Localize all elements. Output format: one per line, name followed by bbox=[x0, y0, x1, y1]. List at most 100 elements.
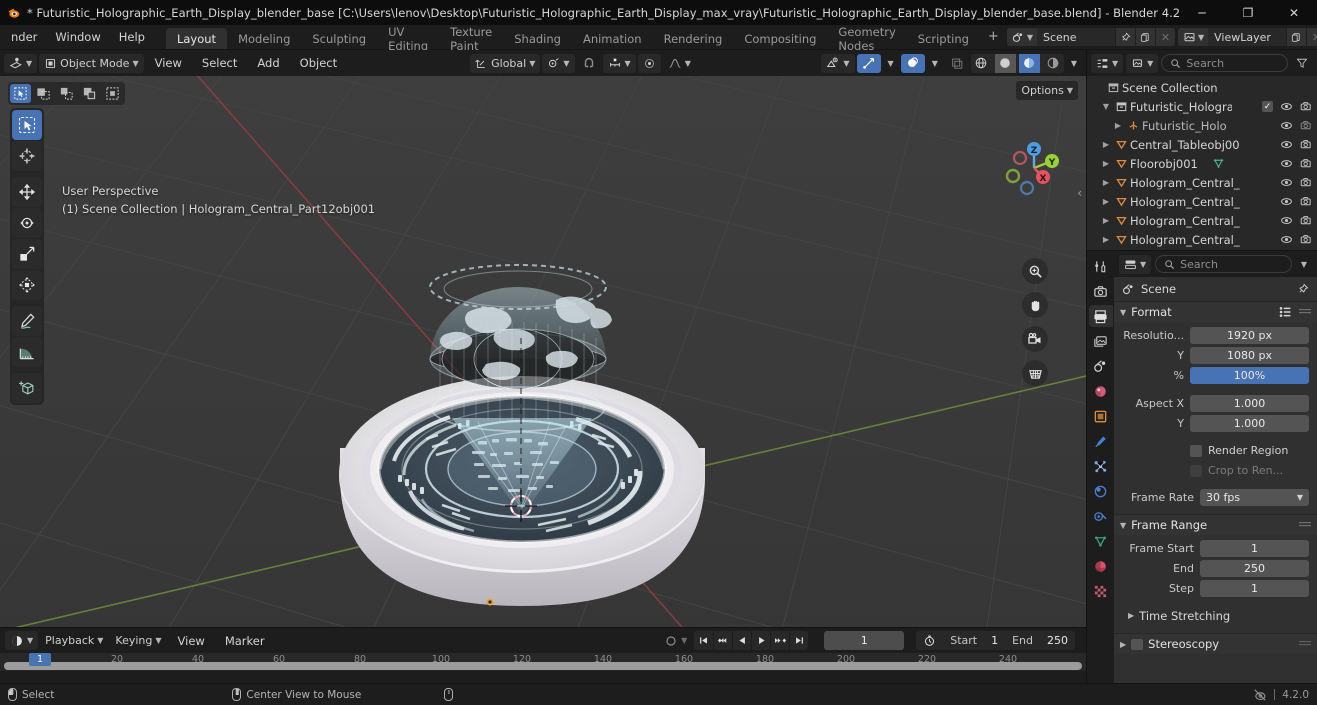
timeline-editor-type-button[interactable]: ▼ bbox=[5, 631, 39, 650]
outliner-row-collection[interactable]: ▼ Futuristic_Hologra ✓ bbox=[1087, 97, 1317, 116]
camera-icon[interactable] bbox=[1300, 195, 1313, 208]
properties-tab-constraints[interactable] bbox=[1089, 505, 1113, 527]
overlays-toggle[interactable] bbox=[900, 53, 925, 73]
gizmo-toggle[interactable] bbox=[856, 53, 881, 73]
menu-render[interactable]: nder bbox=[2, 25, 46, 50]
time-stretching-subpanel[interactable]: ▶ Time Stretching bbox=[1122, 606, 1309, 625]
frame-end-field[interactable]: 250 bbox=[1200, 560, 1309, 577]
eye-icon[interactable] bbox=[1280, 119, 1293, 132]
menu-window[interactable]: Window bbox=[46, 25, 109, 50]
select-intersect-icon[interactable] bbox=[102, 84, 123, 103]
play-reverse-button[interactable] bbox=[732, 631, 752, 650]
pan-hand-icon[interactable] bbox=[1022, 292, 1048, 318]
disclosure-right-icon[interactable]: ▶ bbox=[1099, 178, 1113, 187]
tab-sculpting[interactable]: Sculpting bbox=[301, 28, 377, 49]
tool-rotate[interactable] bbox=[12, 208, 42, 238]
eye-icon[interactable] bbox=[1280, 214, 1293, 227]
outliner-row-mesh[interactable]: ▶ Hologram_Central_ bbox=[1087, 230, 1317, 249]
aspect-x-field[interactable]: 1.000 bbox=[1190, 395, 1309, 412]
viewport-menu-select[interactable]: Select bbox=[193, 54, 246, 73]
outliner-row-mesh[interactable]: ▶ Central_Tableobj00 bbox=[1087, 135, 1317, 154]
frame-step-field[interactable]: 1 bbox=[1200, 580, 1309, 597]
disclosure-right-icon[interactable]: ▶ bbox=[1099, 159, 1113, 168]
render-region-checkbox[interactable] bbox=[1190, 444, 1202, 457]
eye-icon[interactable] bbox=[1280, 138, 1293, 151]
maximize-button[interactable]: ❐ bbox=[1225, 0, 1271, 25]
tab-scripting[interactable]: Scripting bbox=[907, 28, 980, 49]
outliner-row-mesh[interactable]: ▶ Hologram_Central_ bbox=[1087, 211, 1317, 230]
properties-tab-modifiers[interactable] bbox=[1089, 430, 1113, 452]
snap-magnet-toggle[interactable] bbox=[577, 54, 601, 73]
outliner-row-scene-collection[interactable]: Scene Collection bbox=[1087, 78, 1317, 97]
select-box-icon[interactable] bbox=[33, 84, 54, 103]
viewport-menu-object[interactable]: Object bbox=[291, 54, 346, 73]
transform-orientation-dropdown[interactable]: Global ▼ bbox=[470, 53, 541, 73]
stereoscopy-checkbox[interactable] bbox=[1131, 638, 1144, 650]
scene-name[interactable]: Scene bbox=[1037, 31, 1115, 44]
outliner-editor-type-button[interactable]: ▼ bbox=[1091, 53, 1124, 73]
tool-annotate[interactable] bbox=[12, 306, 42, 336]
outliner-tree[interactable]: Scene Collection ▼ Futuristic_Hologra ✓ bbox=[1087, 76, 1317, 250]
outliner-filter-button[interactable] bbox=[1291, 54, 1313, 73]
tool-add-cube[interactable] bbox=[12, 373, 42, 403]
camera-icon[interactable] bbox=[1300, 100, 1313, 113]
timeline-menu-marker[interactable]: Marker bbox=[216, 631, 274, 650]
viewlayer-name[interactable]: ViewLayer bbox=[1208, 31, 1286, 44]
crop-to-render-row[interactable]: Crop to Ren... bbox=[1122, 462, 1309, 479]
menu-help[interactable]: Help bbox=[110, 25, 154, 50]
resolution-x-field[interactable]: 1920 px bbox=[1190, 327, 1309, 344]
tab-rendering[interactable]: Rendering bbox=[653, 28, 734, 49]
frame-range-fields[interactable]: Start 1 End 250 bbox=[916, 631, 1075, 650]
editor-type-button[interactable]: ▼ bbox=[4, 53, 38, 73]
tab-geometry-nodes[interactable]: Geometry Nodes bbox=[827, 25, 906, 53]
camera-icon[interactable] bbox=[1300, 176, 1313, 189]
shading-solid-button[interactable] bbox=[994, 53, 1016, 73]
pin-icon[interactable] bbox=[1297, 283, 1309, 295]
outliner-row-mesh[interactable]: ▶ Hologram_Central_ bbox=[1087, 173, 1317, 192]
tool-move[interactable] bbox=[12, 177, 42, 207]
properties-tab-object-data[interactable] bbox=[1089, 530, 1113, 552]
tab-texture-paint[interactable]: Texture Paint bbox=[439, 25, 503, 53]
properties-editor-type-button[interactable]: ▼ bbox=[1119, 254, 1152, 274]
xray-toggle[interactable] bbox=[945, 54, 969, 73]
chevron-down-icon[interactable]: ▼ bbox=[1120, 308, 1126, 317]
navigation-gizmo[interactable]: Z Y X bbox=[1002, 136, 1066, 200]
chevron-right-icon[interactable]: ▶ bbox=[1128, 611, 1134, 620]
camera-icon[interactable] bbox=[1300, 119, 1313, 132]
select-extend-icon[interactable] bbox=[56, 84, 77, 103]
new-viewlayer-icon[interactable] bbox=[1286, 28, 1307, 46]
tool-select-box[interactable] bbox=[12, 110, 42, 140]
shading-wireframe-button[interactable] bbox=[970, 53, 992, 73]
visibility-dropdown[interactable]: ▼ bbox=[821, 53, 855, 73]
viewport-menu-add[interactable]: Add bbox=[248, 54, 288, 73]
tab-layout[interactable]: Layout bbox=[165, 28, 228, 49]
zoom-icon[interactable] bbox=[1022, 258, 1048, 284]
disclosure-right-icon[interactable]: ▶ bbox=[1099, 140, 1113, 149]
proportional-falloff-dropdown[interactable]: ▼ bbox=[663, 54, 696, 73]
timeline-menu-playback[interactable]: Playback ▼ bbox=[40, 631, 108, 650]
properties-filter-dropdown[interactable]: ▼ bbox=[1296, 255, 1312, 274]
tool-cursor[interactable] bbox=[12, 141, 42, 171]
crop-to-render-checkbox[interactable] bbox=[1190, 464, 1202, 477]
camera-icon[interactable] bbox=[1300, 138, 1313, 151]
properties-tab-texture[interactable] bbox=[1089, 580, 1113, 602]
select-subtract-icon[interactable] bbox=[79, 84, 100, 103]
new-scene-icon[interactable] bbox=[1134, 28, 1155, 46]
end-value[interactable]: 250 bbox=[1040, 631, 1075, 650]
frame-rate-dropdown[interactable]: 30 fps ▼ bbox=[1200, 489, 1309, 506]
disclosure-down-icon[interactable]: ▼ bbox=[1099, 102, 1113, 111]
mesh-data-icon[interactable] bbox=[1212, 157, 1225, 170]
close-button[interactable]: ✕ bbox=[1271, 0, 1317, 25]
properties-search-input[interactable]: Search bbox=[1155, 255, 1292, 273]
properties-tab-render[interactable] bbox=[1089, 280, 1113, 302]
tab-animation[interactable]: Animation bbox=[572, 28, 653, 49]
overlays-dropdown[interactable]: ▼ bbox=[927, 54, 943, 73]
play-button[interactable] bbox=[751, 631, 771, 650]
format-panel-header[interactable]: ▼ Format bbox=[1114, 301, 1317, 322]
proportional-editing-toggle[interactable] bbox=[637, 53, 661, 73]
playhead[interactable]: 1 bbox=[29, 653, 51, 666]
chevron-down-icon[interactable]: ▼ bbox=[1120, 521, 1126, 530]
scene-selector[interactable]: ▼ Scene ✕ bbox=[1006, 28, 1175, 46]
timeline-ruler[interactable]: 20 40 60 80 100 120 140 160 180 200 220 … bbox=[0, 653, 1086, 671]
jump-to-end-button[interactable] bbox=[789, 631, 809, 650]
